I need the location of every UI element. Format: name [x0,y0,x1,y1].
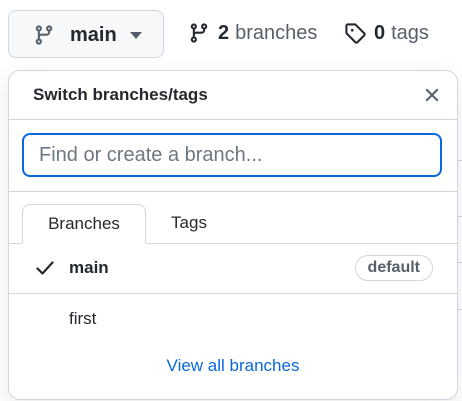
git-branch-icon [190,23,208,43]
tab-branches[interactable]: Branches [22,204,146,244]
close-icon[interactable] [421,84,443,106]
branch-name: first [69,309,97,328]
branch-name: main [69,258,109,277]
current-branch-label: main [70,24,117,46]
popup-header: Switch branches/tags [9,71,457,120]
branch-selector-button[interactable]: main [8,10,164,58]
search-section [9,119,457,192]
branches-label: branches [235,22,318,44]
repo-toolbar: main 2 branches 0 tags [0,0,462,66]
tags-label: tags [391,22,429,44]
ref-tabs: Branches Tags [9,191,457,244]
branch-list: main default first [9,243,457,344]
triangle-down-icon [130,32,142,39]
tags-link[interactable]: 0 tags [344,18,429,48]
popup-title: Switch branches/tags [33,85,208,104]
list-item-main[interactable]: main default [9,243,457,294]
list-item-first[interactable]: first [9,294,457,344]
view-all-branches-link[interactable]: View all branches [9,355,457,377]
default-badge: default [354,255,433,281]
branch-switcher-popup: Switch branches/tags Branches Tags main … [8,70,458,400]
branch-search-input[interactable] [22,133,442,177]
tags-count: 0 [374,22,386,44]
git-branch-icon [35,25,53,45]
tab-tags[interactable]: Tags [149,204,229,244]
check-icon [36,261,54,275]
branches-count: 2 [218,22,230,44]
tag-icon [345,23,366,44]
branches-link[interactable]: 2 branches [188,18,317,48]
